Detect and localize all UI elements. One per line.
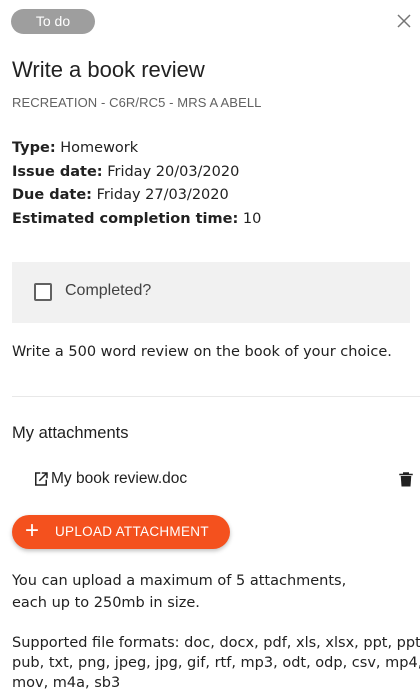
open-in-new-icon[interactable]	[32, 470, 50, 488]
detail-issue-value: Friday 20/03/2020	[107, 163, 240, 180]
upload-attachment-button[interactable]: + UPLOAD ATTACHMENT	[12, 515, 230, 549]
detail-due-label: Due date:	[12, 187, 92, 203]
detail-estimate-value: 10	[242, 210, 262, 227]
supported-formats-line: Supported file formats: doc, docx, pdf, …	[12, 635, 420, 651]
detail-type-value: Homework	[60, 140, 139, 156]
detail-due-date: Due date: Friday 27/03/2020	[12, 184, 261, 208]
plus-icon: +	[25, 517, 40, 544]
supported-formats-text: Supported file formats: doc, docx, pdf, …	[12, 633, 420, 691]
attachments-heading: My attachments	[12, 424, 129, 442]
trash-icon[interactable]	[397, 469, 415, 489]
detail-issue-label: Issue date:	[12, 163, 103, 180]
task-detail-panel: To do Write a book review RECREATION - C…	[0, 0, 420, 691]
status-badge: To do	[11, 9, 95, 34]
divider	[12, 396, 420, 397]
completed-label[interactable]: Completed?	[65, 282, 151, 300]
detail-estimate-label: Estimated completion time:	[12, 210, 239, 227]
detail-estimate: Estimated completion time: 10	[12, 208, 261, 232]
upload-limits-text: You can upload a maximum of 5 attachment…	[12, 570, 402, 614]
task-description: Write a 500 word review on the book of y…	[12, 344, 392, 360]
detail-type: Type: Homework	[12, 137, 261, 161]
upload-limits-line: each up to 250mb in size.	[12, 595, 200, 611]
supported-formats-line: mov, m4a, sb3	[12, 675, 121, 691]
upload-limits-line: You can upload a maximum of 5 attachment…	[12, 573, 347, 589]
task-details: Type: Homework Issue date: Friday 20/03/…	[12, 137, 261, 231]
completed-checkbox[interactable]	[34, 283, 52, 301]
completed-section: Completed?	[12, 262, 410, 323]
attachment-name[interactable]: My book review.doc	[51, 470, 187, 488]
supported-formats-line: pub, txt, png, jpeg, jpg, gif, rtf, mp3,…	[12, 655, 420, 671]
detail-type-label: Type:	[12, 140, 56, 156]
task-subtitle: RECREATION - C6R/RC5 - MRS A ABELL	[12, 95, 262, 110]
detail-issue-date: Issue date: Friday 20/03/2020	[12, 161, 261, 185]
detail-due-value: Friday 27/03/2020	[96, 187, 229, 203]
attachment-item: My book review.doc	[30, 466, 420, 492]
close-icon[interactable]	[393, 10, 415, 32]
page-title: Write a book review	[12, 57, 205, 82]
upload-attachment-label: UPLOAD ATTACHMENT	[55, 524, 209, 539]
